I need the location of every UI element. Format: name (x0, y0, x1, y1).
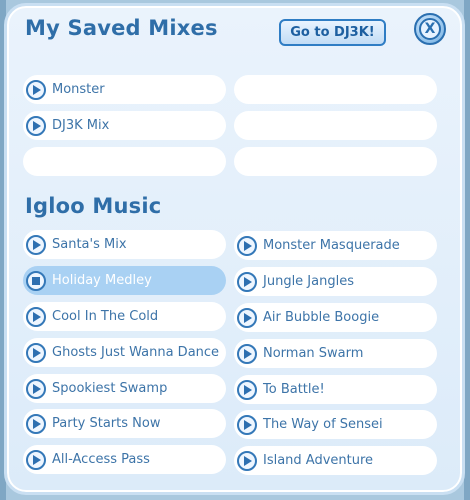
track-label: All-Access Pass (52, 452, 150, 467)
track-item[interactable]: Party Starts Now (23, 409, 226, 438)
play-icon[interactable] (26, 342, 46, 363)
track-item[interactable]: Monster Masquerade (234, 231, 437, 260)
play-icon[interactable] (237, 379, 257, 400)
play-icon[interactable] (26, 79, 46, 100)
play-icon[interactable] (26, 115, 46, 136)
track-item[interactable]: Island Adventure (234, 446, 437, 475)
track-item[interactable]: Norman Swarm (234, 339, 437, 368)
saved-mix-slot-empty[interactable] (23, 147, 226, 176)
go-to-dj3k-button[interactable]: Go to DJ3K! (279, 19, 386, 46)
saved-mix-slot-2[interactable]: DJ3K Mix (23, 111, 226, 140)
play-icon[interactable] (26, 306, 46, 327)
track-label: Jungle Jangles (263, 274, 354, 289)
saved-mixes-title: My Saved Mixes (25, 16, 218, 40)
igloo-music-title: Igloo Music (25, 194, 162, 218)
play-icon[interactable] (237, 307, 257, 328)
play-icon[interactable] (237, 343, 257, 364)
play-icon[interactable] (26, 378, 46, 399)
track-label: To Battle! (263, 382, 325, 397)
saved-mix-label: Monster (52, 82, 105, 97)
track-label: Santa's Mix (52, 237, 127, 252)
play-icon[interactable] (26, 413, 46, 434)
stop-icon[interactable] (26, 270, 46, 291)
close-icon: X (419, 18, 441, 40)
play-icon[interactable] (237, 414, 257, 435)
track-item[interactable]: To Battle! (234, 375, 437, 404)
close-button[interactable]: X (414, 13, 446, 45)
track-label: Spookiest Swamp (52, 381, 168, 396)
play-icon[interactable] (237, 271, 257, 292)
track-item[interactable]: The Way of Sensei (234, 410, 437, 439)
track-item[interactable]: Ghosts Just Wanna Dance (23, 338, 226, 367)
track-label: Ghosts Just Wanna Dance (52, 345, 220, 360)
saved-mix-slot-empty[interactable] (234, 147, 437, 176)
track-label: Cool In The Cold (52, 309, 159, 324)
track-item-selected[interactable]: Holiday Medley (23, 266, 226, 295)
track-label: Norman Swarm (263, 346, 364, 361)
track-item[interactable]: Spookiest Swamp (23, 374, 226, 403)
track-item[interactable]: Jungle Jangles (234, 267, 437, 296)
track-item[interactable]: Santa's Mix (23, 230, 226, 259)
track-label: Monster Masquerade (263, 238, 400, 253)
play-icon[interactable] (237, 235, 257, 256)
track-label: Air Bubble Boogie (263, 310, 380, 325)
track-label: Island Adventure (263, 453, 374, 468)
play-icon[interactable] (237, 450, 257, 471)
saved-mix-slot-1[interactable]: Monster (23, 75, 226, 104)
track-item[interactable]: All-Access Pass (23, 445, 226, 474)
saved-mix-slot-empty[interactable] (234, 75, 437, 104)
track-label: Holiday Medley (52, 273, 152, 288)
track-item[interactable]: Cool In The Cold (23, 302, 226, 331)
track-label: Party Starts Now (52, 416, 161, 431)
saved-mix-slot-empty[interactable] (234, 111, 437, 140)
saved-mix-label: DJ3K Mix (52, 118, 110, 133)
play-icon[interactable] (26, 234, 46, 255)
track-item[interactable]: Air Bubble Boogie (234, 303, 437, 332)
play-icon[interactable] (26, 449, 46, 470)
track-label: The Way of Sensei (263, 417, 383, 432)
